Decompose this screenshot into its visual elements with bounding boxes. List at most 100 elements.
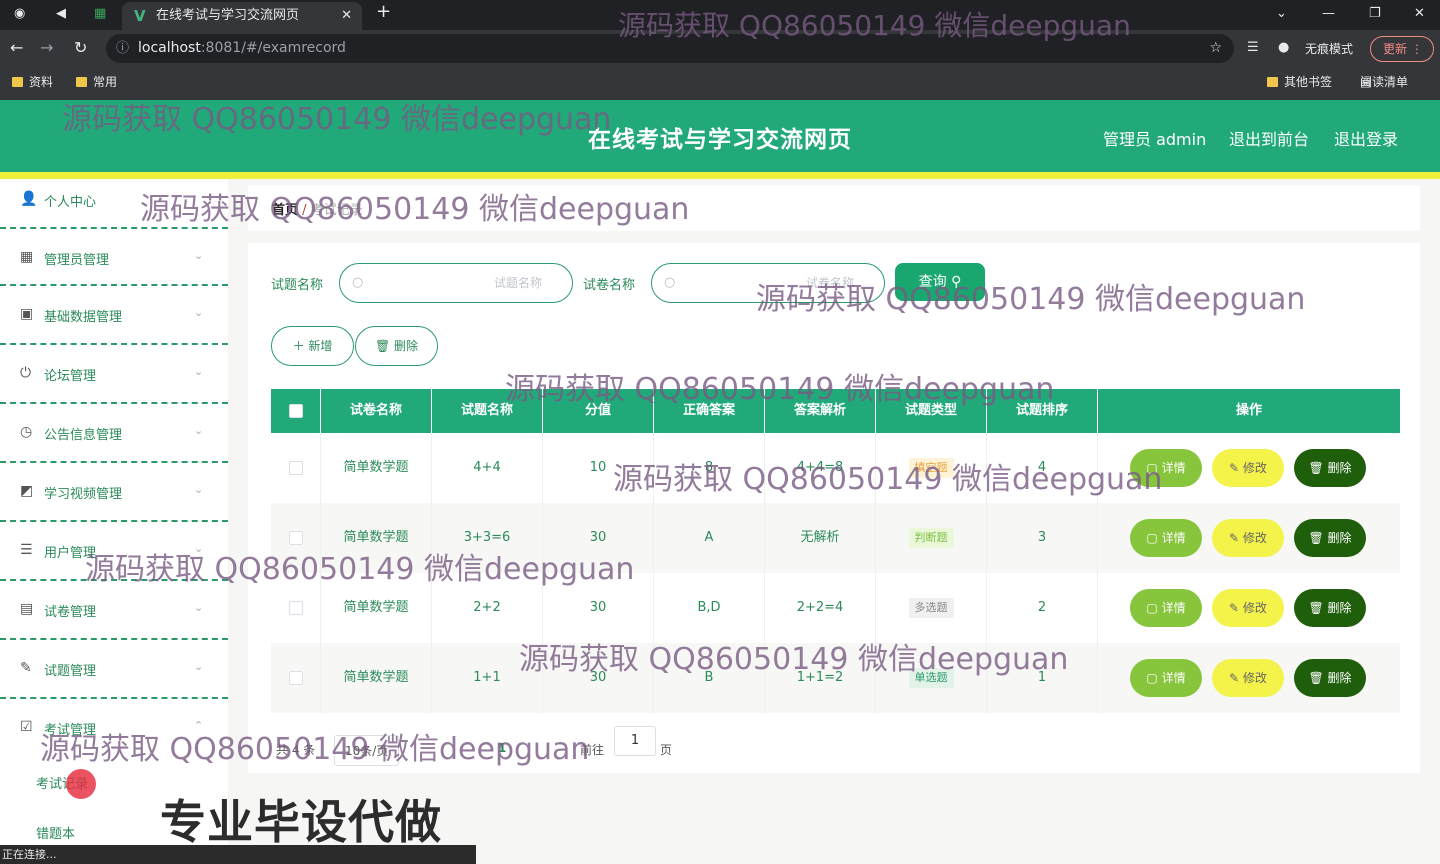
chevron-down-icon: ⌄ (194, 483, 204, 496)
sidebar-item-label: 公告信息管理 (44, 428, 123, 443)
sidebar-item-forum[interactable]: ⏻ 论坛管理 ⌄ (0, 345, 228, 404)
power-icon: ⏻ (20, 365, 32, 381)
watermark: 源码获取 QQ86050149 微信deepguan (756, 282, 1306, 317)
question-type-tag: 判断题 (908, 528, 954, 548)
sidebar-item-label: 个人中心 (44, 195, 97, 210)
watermark: 源码获取 QQ86050149 微信deepguan (618, 9, 1131, 42)
row-checkbox[interactable] (289, 671, 303, 685)
sidebar-item-notices[interactable]: ◷ 公告信息管理 ⌄ (0, 404, 228, 463)
list-icon: ☰ (20, 542, 33, 558)
sidebar-item-questions[interactable]: ✎ 试题管理 ⌄ (0, 640, 228, 699)
edit-button[interactable]: ✎ 修改 (1212, 449, 1284, 487)
new-tab-icon[interactable]: + (376, 2, 391, 22)
add-label: 新增 (308, 339, 333, 353)
pager-unit-label: 页 (660, 743, 673, 757)
question-name-input[interactable]: ○ 试题名称 (339, 263, 573, 303)
other-bookmarks[interactable]: 其他书签 (1267, 68, 1332, 96)
logout-link[interactable]: 退出登录 (1334, 126, 1398, 150)
update-button[interactable]: 更新 ⋮ (1370, 36, 1434, 62)
search-icon: ○ (352, 275, 364, 290)
delete-icon: 🗑 (1308, 531, 1328, 545)
bookmark-folder-1[interactable]: 资料 (12, 68, 53, 96)
edit-button[interactable]: ✎ 修改 (1212, 659, 1284, 697)
plus-icon: ＋ (292, 339, 309, 353)
sidebar-item-basic-data[interactable]: ▣ 基础数据管理 ⌄ (0, 286, 228, 345)
bookmark-label: 资料 (29, 75, 54, 89)
minimize-icon[interactable]: — (1322, 4, 1335, 24)
mute-icon[interactable]: ◀ (56, 4, 66, 24)
edit-button[interactable]: ✎ 修改 (1212, 589, 1284, 627)
tab-title: 在线考试与学习交流网页 (156, 8, 300, 23)
row-checkbox[interactable] (289, 461, 303, 475)
delete-button-label: 删除 (1327, 531, 1352, 545)
row-select-cell (271, 433, 321, 503)
browser-status-bar: 正在连接... (0, 845, 476, 864)
row-checkbox[interactable] (289, 531, 303, 545)
cell-answer: B,D (654, 573, 765, 643)
forward-icon[interactable]: → (40, 38, 53, 58)
chevron-down-icon: ⌄ (194, 249, 204, 262)
info-icon[interactable]: ⓘ (116, 34, 129, 63)
promo-text: 专业毕设代做 (160, 795, 442, 849)
edit-button-label: 修改 (1242, 601, 1267, 615)
detail-button-label: 详情 (1161, 461, 1186, 475)
cell-order: 2 (987, 573, 1098, 643)
delete-button[interactable]: 🗑 删除 (1294, 659, 1366, 697)
question-type-cell: 多选题 (876, 573, 987, 643)
sidebar-subitem-wrong-book[interactable]: 错题本 (36, 823, 75, 842)
delete-button[interactable]: 🗑 删除 (1294, 519, 1366, 557)
delete-icon: 🗑 (1308, 601, 1328, 615)
edit-button[interactable]: ✎ 修改 (1212, 519, 1284, 557)
chevron-down-icon: ⌄ (194, 306, 204, 319)
tab-search-icon[interactable]: ⌄ (1276, 4, 1287, 24)
sidebar-item-papers[interactable]: ▤ 试卷管理 ⌄ (0, 581, 228, 640)
url-path: :8081/#/examrecord (200, 40, 346, 56)
bookmark-star-icon[interactable]: ☆ (1209, 34, 1222, 63)
clock-icon: ◷ (20, 424, 33, 440)
cell-answer: A (654, 503, 765, 573)
close-tab-icon[interactable]: ✕ (341, 2, 352, 30)
folder-icon (1267, 77, 1278, 87)
detail-button-label: 详情 (1161, 601, 1186, 615)
maximize-icon[interactable]: ❐ (1369, 4, 1381, 24)
sidebar-item-admins[interactable]: ▦ 管理员管理 ⌄ (0, 227, 228, 286)
active-tab[interactable]: V 在线考试与学习交流网页 ✕ (122, 2, 362, 30)
sidebar-item-label: 基础数据管理 (44, 310, 123, 325)
browser-logo-icon: ◉ (14, 6, 26, 21)
delete-icon: 🗑 (1308, 461, 1328, 475)
delete-icon: 🗑 (1308, 671, 1328, 685)
bookmark-folder-2[interactable]: 常用 (76, 68, 117, 96)
sidebar-item-videos[interactable]: ◩ 学习视频管理 ⌄ (0, 463, 228, 522)
window-close-icon[interactable]: ✕ (1414, 4, 1425, 24)
reload-icon[interactable]: ↻ (74, 38, 87, 58)
chat-icon: ▤ (20, 601, 34, 617)
back-to-front-link[interactable]: 退出到前台 (1229, 126, 1309, 150)
detail-button[interactable]: ▢ 详情 (1130, 659, 1202, 697)
detail-button-label: 详情 (1161, 531, 1186, 545)
delete-button[interactable]: 🗑 删除 (1294, 589, 1366, 627)
row-checkbox[interactable] (289, 601, 303, 615)
detail-button-label: 详情 (1161, 671, 1186, 685)
detail-button[interactable]: ▢ 详情 (1130, 589, 1202, 627)
reading-mode-icon[interactable]: ☰ (1247, 38, 1259, 58)
update-label: 更新 (1383, 42, 1408, 56)
select-all-checkbox[interactable] (289, 404, 303, 418)
reading-list[interactable]: ▤ 阅读清单 (1360, 68, 1408, 96)
pager-goto-input[interactable]: 1 (614, 726, 656, 756)
add-button[interactable]: ＋ 新增 (271, 326, 354, 366)
watermark: 源码获取 QQ86050149 微信deepguan (40, 732, 590, 767)
batch-delete-button[interactable]: 🗑 删除 (355, 326, 438, 366)
back-icon[interactable]: ← (10, 38, 23, 58)
other-bookmarks-label: 其他书签 (1284, 75, 1333, 89)
admin-user-label: 管理员 admin (1103, 130, 1207, 149)
detail-button[interactable]: ▢ 详情 (1130, 519, 1202, 557)
watermark: 源码获取 QQ86050149 微信deepguan (140, 192, 690, 227)
row-select-cell (271, 643, 321, 713)
url-host: localhost (138, 40, 201, 56)
column-header: 试卷名称 (321, 389, 432, 433)
delete-button[interactable]: 🗑 删除 (1294, 449, 1366, 487)
grid-icon: ▦ (20, 249, 34, 265)
tab-group-icon[interactable]: ▦ (94, 4, 106, 24)
reading-list-icon: ▤ (1360, 75, 1372, 89)
search-icon: ○ (664, 275, 676, 290)
